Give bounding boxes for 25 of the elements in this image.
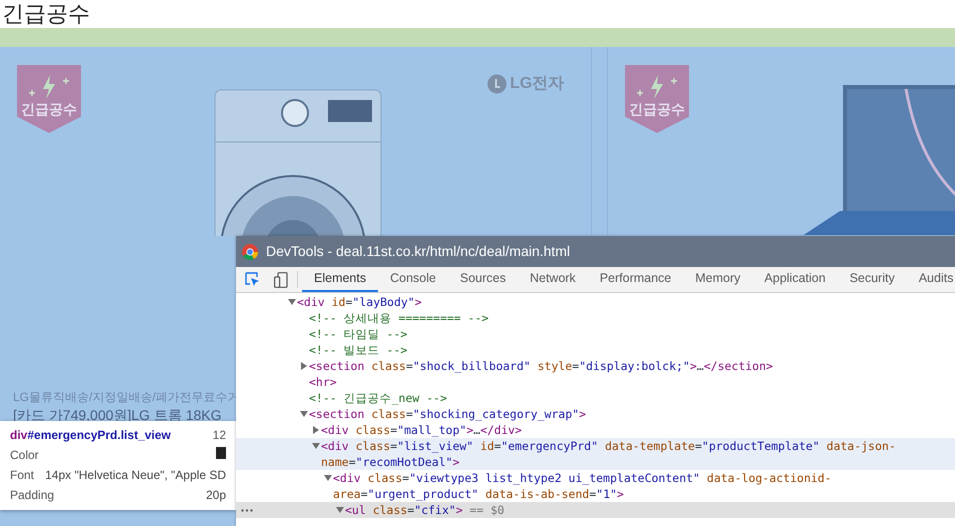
property-label: Font (10, 467, 34, 484)
code-line: <section class="shock_billboard" style="display:bolck;">…</section> (309, 358, 774, 374)
window-title: DevTools - deal.11st.co.kr/html/nc/deal/main.html (266, 242, 570, 261)
code-line: <ul class="cfix"> == $0 (345, 502, 506, 518)
badge-label: 긴급공수 (21, 102, 77, 116)
code-line: <!-- 타임딜 --> (309, 326, 408, 342)
code-line: <div class="list_view" id="emergencyPrd" data-template="productTemplate" data-json-name="recomHotDeal"> (321, 438, 897, 470)
property-label: Padding (10, 487, 54, 504)
badge-label: 긴급공수 (629, 102, 685, 116)
code-line: <div class="viewtype3 list_htype2 ui_templateContent" data-log-actionid-area="urgent_product" data-is-ab-send="1"> (333, 470, 833, 502)
brand-name: LG전자 (510, 76, 564, 92)
code-line: <!-- 빌보드 --> (309, 342, 408, 358)
code-line: <hr> (309, 374, 338, 390)
element-size: 12 (212, 427, 226, 444)
page-heading: 긴급공수 (1, 0, 91, 28)
code-line: <div class="mall_top">…</div> (321, 422, 523, 438)
code-line: <section class="shocking_category_wrap"> (309, 406, 587, 422)
property-value: 14px "Helvetica Neue", "Apple SD (45, 467, 226, 484)
shipping-info: LG물류직배송/지정일배송/폐가전무료수거 (13, 389, 240, 406)
code-line: <!-- 상세내용 ========= --> (309, 310, 490, 326)
element-selector: div#emergencyPrd.list_view (10, 427, 171, 444)
property-label: Color (10, 447, 39, 464)
code-line: <!-- 긴급공수_new --> (309, 390, 448, 406)
code-line: <div id="layBody"> (297, 294, 423, 310)
property-value: 20p (206, 487, 226, 504)
